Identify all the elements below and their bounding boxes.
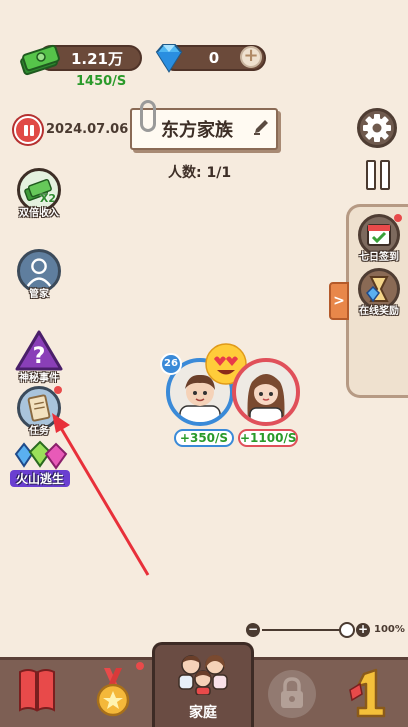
money-rate: 1450/S <box>76 74 127 89</box>
book-icon <box>19 669 55 712</box>
nav-family-label: 家庭 <box>189 705 217 721</box>
money-value: 1.21万 <box>70 49 123 68</box>
pointer-arrow <box>52 413 150 576</box>
girl-face-icon <box>247 374 285 422</box>
gear-icon <box>363 114 391 142</box>
zoom-level: 100% <box>374 624 405 635</box>
cash-stack-icon <box>20 44 60 76</box>
gem-value: 0 <box>208 49 220 67</box>
butler-label: 管家 <box>29 289 49 300</box>
nav-ranking-button[interactable] <box>344 664 394 727</box>
mystery-event-label: 神秘事件 <box>19 373 59 384</box>
level-badge: 26 <box>160 353 182 375</box>
add-gems-button[interactable]: + <box>240 46 262 68</box>
female-income-rate: +1100/S <box>238 429 298 447</box>
settings-button[interactable] <box>357 108 397 148</box>
double-income-label: 双倍收入 <box>19 208 59 219</box>
family-icon <box>178 655 228 695</box>
pause-button[interactable] <box>14 116 42 144</box>
male-income-rate: +350/S <box>174 429 234 447</box>
pause-speed-button[interactable] <box>366 160 390 190</box>
online-reward-label: 在线奖励 <box>359 306 399 317</box>
seven-day-signin-label: 七日签到 <box>359 252 399 263</box>
zoom-in-button[interactable]: + <box>356 623 370 637</box>
family-name: 东方家族 <box>161 120 233 141</box>
seven-day-signin-button[interactable]: 七日签到 <box>354 214 404 263</box>
nav-medal-button[interactable] <box>88 662 144 727</box>
paper-clip-icon <box>140 100 156 132</box>
nav-book-button[interactable] <box>12 662 62 727</box>
medal-notification-dot <box>136 662 144 670</box>
zoom-out-button[interactable]: − <box>246 623 260 637</box>
medal-icon <box>96 668 130 717</box>
diamond-icon <box>155 44 183 73</box>
female-character-avatar[interactable] <box>232 358 300 426</box>
tasks-notification-dot <box>54 386 62 394</box>
question-mark-icon: ? <box>15 330 63 371</box>
edit-pencil-icon[interactable] <box>252 118 270 136</box>
nav-family-button[interactable]: 家庭 <box>152 642 254 727</box>
mystery-event-button[interactable]: ? 神秘事件 <box>14 329 64 384</box>
member-count: 人数: 1/1 <box>168 165 232 181</box>
nav-locked-button[interactable] <box>268 670 316 718</box>
double-income-button[interactable]: X2 双倍收入 <box>14 168 64 219</box>
question-mark: ? <box>33 344 46 369</box>
zoom-slider-knob[interactable] <box>339 622 355 638</box>
signin-notification-dot <box>394 214 402 222</box>
butler-button[interactable]: 管家 <box>14 249 64 300</box>
drawer-toggle-button[interactable]: > <box>329 282 349 320</box>
game-date: 2024.07.06 <box>46 122 129 137</box>
ranking-one-icon <box>349 668 386 718</box>
online-reward-button[interactable]: 在线奖励 <box>354 268 404 317</box>
lock-icon <box>281 677 303 708</box>
